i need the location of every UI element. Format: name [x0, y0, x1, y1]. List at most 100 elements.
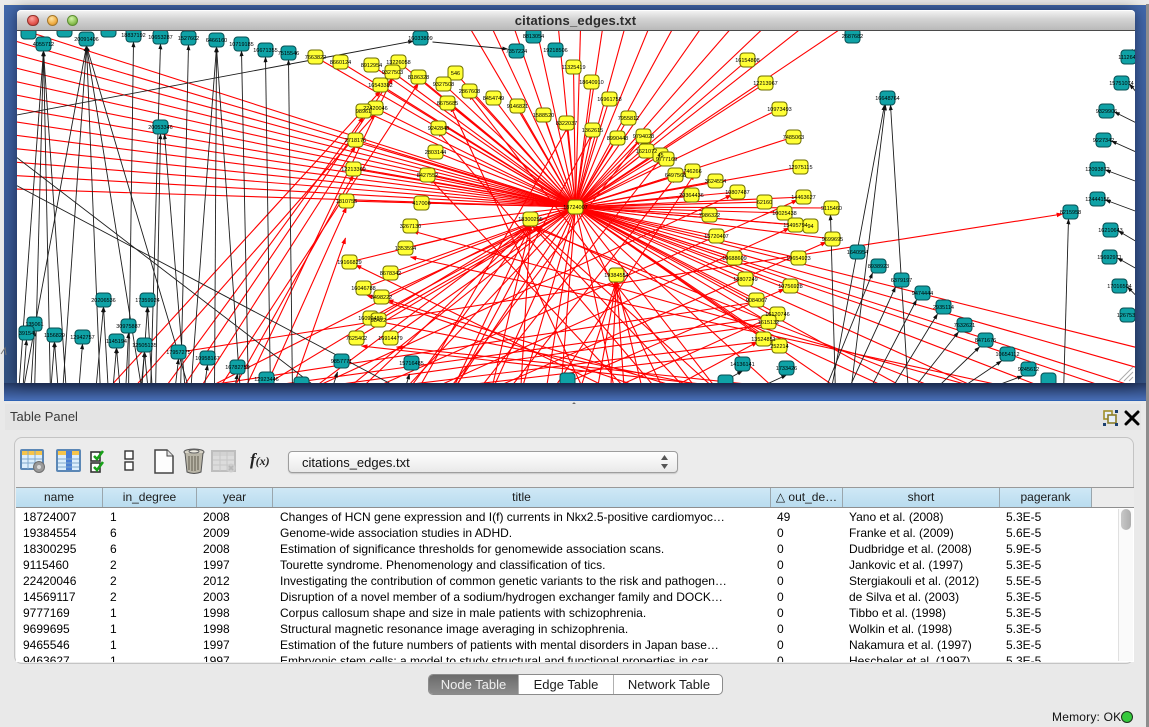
svg-text:20053346: 20053346: [148, 125, 172, 131]
svg-text:6497568: 6497568: [664, 173, 685, 179]
svg-text:7485063: 7485063: [782, 135, 803, 141]
svg-text:14463627: 14463627: [791, 195, 815, 201]
svg-text:546: 546: [450, 71, 459, 77]
svg-text:7625402: 7625402: [345, 336, 366, 342]
svg-text:13524851: 13524851: [751, 337, 775, 343]
svg-text:2718176: 2718176: [344, 138, 365, 144]
svg-text:8938923: 8938923: [867, 264, 888, 270]
svg-text:16671355: 16671355: [253, 48, 277, 54]
svg-text:12505135: 12505135: [132, 343, 156, 349]
svg-text:13495794: 13495794: [783, 223, 807, 229]
svg-text:9857771: 9857771: [330, 359, 351, 365]
svg-text:15751074: 15751074: [1109, 81, 1133, 87]
svg-text:9084067: 9084067: [745, 298, 766, 304]
svg-text:2935114: 2935114: [932, 305, 953, 311]
svg-text:1810755: 1810755: [335, 199, 356, 205]
svg-text:135061: 135061: [25, 322, 43, 328]
svg-text:20206536: 20206536: [91, 298, 115, 304]
svg-text:8660124: 8660124: [329, 60, 350, 66]
svg-text:39154: 39154: [18, 331, 33, 337]
svg-text:17016504: 17016504: [1107, 284, 1131, 290]
svg-text:1621072: 1621072: [635, 149, 656, 155]
svg-text:10653287: 10653287: [148, 35, 172, 41]
svg-text:10807487: 10807487: [725, 190, 749, 196]
svg-text:1640954: 1640954: [846, 250, 867, 256]
svg-text:8427552: 8427552: [416, 173, 437, 179]
svg-text:1353594: 1353594: [394, 246, 415, 252]
svg-text:15720407: 15720407: [704, 234, 728, 240]
svg-text:30975887: 30975887: [116, 324, 140, 330]
svg-text:9329906: 9329906: [1095, 109, 1116, 115]
svg-text:8813054: 8813054: [522, 34, 543, 40]
svg-text:15716485: 15716485: [399, 361, 423, 367]
svg-text:16961758: 16961758: [597, 97, 621, 103]
svg-text:3267130: 3267130: [399, 224, 420, 230]
svg-text:6466160: 6466160: [205, 38, 226, 44]
svg-text:8471676: 8471676: [974, 338, 995, 344]
svg-text:8990448: 8990448: [606, 136, 627, 142]
svg-text:9327508: 9327508: [432, 82, 453, 88]
svg-text:16782759: 16782759: [225, 365, 249, 371]
svg-text:16046788: 16046788: [351, 286, 375, 292]
svg-text:18837192: 18837192: [121, 33, 145, 39]
svg-text:11325419: 11325419: [561, 65, 585, 71]
svg-text:15692971: 15692971: [1097, 255, 1121, 261]
svg-text:19384554: 19384554: [604, 273, 628, 279]
svg-text:8322037: 8322037: [555, 121, 576, 127]
svg-text:12093872: 12093872: [1085, 167, 1109, 173]
svg-text:2803144: 2803144: [424, 150, 445, 156]
svg-text:94: 94: [807, 224, 813, 230]
svg-text:17957275: 17957275: [166, 350, 190, 356]
svg-text:16154808: 16154808: [735, 58, 759, 64]
svg-text:12213369: 12213369: [341, 167, 365, 173]
svg-text:9699695: 9699695: [821, 237, 842, 243]
svg-text:1733426: 1733426: [775, 366, 796, 372]
svg-text:1156829: 1156829: [43, 333, 64, 339]
svg-text:1267534: 1267534: [1116, 313, 1134, 319]
svg-text:12942757: 12942757: [70, 335, 94, 341]
svg-text:1112644: 1112644: [1118, 55, 1135, 61]
svg-text:10654112: 10654112: [995, 352, 1019, 358]
svg-text:98961: 98961: [355, 109, 370, 115]
svg-text:8186328: 8186328: [407, 75, 428, 81]
svg-text:19166829: 19166829: [337, 260, 361, 266]
svg-text:8678342: 8678342: [379, 271, 400, 277]
svg-text:9242848: 9242848: [427, 126, 448, 132]
svg-text:1145194: 1145194: [105, 339, 126, 345]
svg-text:9146821: 9146821: [506, 104, 527, 110]
svg-text:16210643: 16210643: [1098, 228, 1122, 234]
svg-text:62160: 62160: [756, 200, 771, 206]
svg-text:9474444: 9474444: [911, 291, 932, 297]
svg-text:7986322: 7986322: [698, 213, 719, 219]
svg-text:9327503: 9327503: [381, 70, 402, 76]
svg-text:20364436: 20364436: [679, 193, 703, 199]
svg-text:12923446: 12923446: [254, 377, 278, 383]
svg-text:18724007: 18724007: [563, 205, 587, 211]
svg-text:3498222: 3498222: [370, 295, 391, 301]
svg-text:14136141: 14136141: [730, 362, 754, 368]
svg-text:6379197: 6379197: [890, 278, 911, 284]
svg-text:10025438: 10025438: [772, 211, 796, 217]
svg-text:10973493: 10973493: [767, 107, 791, 113]
svg-text:16033809: 16033809: [408, 36, 432, 42]
svg-text:8454749: 8454749: [482, 96, 503, 102]
svg-text:18807249: 18807249: [733, 277, 757, 283]
svg-text:1615132: 1615132: [757, 320, 778, 326]
svg-text:12975115: 12975115: [788, 165, 812, 171]
svg-text:9245612: 9245612: [1017, 367, 1038, 373]
svg-text:2867608: 2867608: [458, 89, 479, 95]
svg-text:12213967: 12213967: [753, 81, 777, 87]
svg-text:16120746: 16120746: [765, 312, 789, 318]
svg-text:3624554: 3624554: [704, 179, 725, 185]
svg-text:1362615: 1362615: [581, 128, 602, 134]
svg-text:9777169: 9777169: [655, 157, 676, 163]
svg-text:8675685: 8675685: [436, 101, 457, 107]
svg-text:10719185: 10719185: [229, 42, 253, 48]
svg-text:10688609: 10688609: [722, 256, 746, 262]
svg-text:19218506: 19218506: [543, 48, 567, 54]
svg-text:1588520: 1588520: [532, 113, 553, 119]
svg-text:16543382: 16543382: [368, 83, 392, 89]
svg-text:16648764: 16648764: [875, 96, 899, 102]
svg-text:10958167: 10958167: [195, 356, 219, 362]
svg-text:7632621: 7632621: [953, 323, 974, 329]
